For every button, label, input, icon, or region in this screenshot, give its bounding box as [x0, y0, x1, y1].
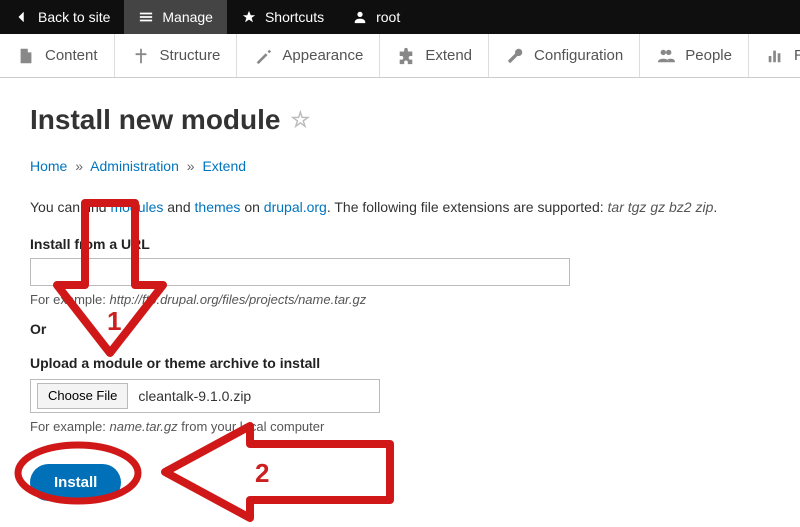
link-drupal-org[interactable]: drupal.org: [264, 199, 327, 215]
user-menu-button[interactable]: root: [338, 0, 414, 34]
structure-icon: [131, 46, 151, 66]
url-label: Install from a URL: [30, 236, 770, 252]
favorite-star-icon[interactable]: ☆: [290, 107, 310, 133]
url-input[interactable]: [30, 258, 570, 286]
manage-label: Manage: [162, 9, 213, 25]
bar-chart-icon: [765, 46, 785, 66]
tab-people-label: People: [685, 47, 732, 64]
tab-content-label: Content: [45, 47, 98, 64]
tab-appearance-label: Appearance: [282, 47, 363, 64]
admin-topbar: Back to site Manage Shortcuts root: [0, 0, 800, 34]
tab-structure[interactable]: Structure: [115, 34, 238, 77]
intro-text: You can find modules and themes on drupa…: [30, 198, 770, 218]
tab-reports-label: Repo: [794, 47, 800, 64]
shortcuts-label: Shortcuts: [265, 9, 324, 25]
user-icon: [352, 9, 368, 25]
admin-menu: Content Structure Appearance Extend Conf…: [0, 34, 800, 78]
install-button[interactable]: Install: [30, 464, 121, 501]
back-to-site-label: Back to site: [38, 9, 110, 25]
tab-reports[interactable]: Repo: [749, 34, 800, 77]
puzzle-icon: [396, 46, 416, 66]
hamburger-icon: [138, 9, 154, 25]
wrench-icon: [505, 46, 525, 66]
tab-configuration[interactable]: Configuration: [489, 34, 640, 77]
or-separator: Or: [30, 321, 770, 337]
tab-people[interactable]: People: [640, 34, 749, 77]
manage-button[interactable]: Manage: [124, 0, 227, 34]
link-themes[interactable]: themes: [195, 199, 241, 215]
choose-file-button[interactable]: Choose File: [37, 383, 128, 409]
tab-appearance[interactable]: Appearance: [237, 34, 380, 77]
shortcuts-button[interactable]: Shortcuts: [227, 0, 338, 34]
breadcrumb-sep: »: [183, 158, 199, 174]
document-icon: [16, 46, 36, 66]
chosen-file-name: cleantalk-9.1.0.zip: [134, 388, 251, 404]
breadcrumb-extend[interactable]: Extend: [202, 158, 246, 174]
tab-configuration-label: Configuration: [534, 47, 623, 64]
wand-icon: [253, 46, 273, 66]
breadcrumb: Home » Administration » Extend: [30, 158, 770, 174]
people-icon: [656, 46, 676, 66]
link-modules[interactable]: modules: [110, 199, 163, 215]
tab-extend-label: Extend: [425, 47, 472, 64]
arrow-left-icon: [14, 9, 30, 25]
tab-extend[interactable]: Extend: [380, 34, 489, 77]
upload-label: Upload a module or theme archive to inst…: [30, 355, 770, 371]
page-content: Install new module ☆ Home » Administrati…: [0, 78, 800, 501]
breadcrumb-home[interactable]: Home: [30, 158, 67, 174]
user-name: root: [376, 9, 400, 25]
url-hint: For example: http://ftp.drupal.org/files…: [30, 292, 770, 307]
supported-extensions: tar tgz gz bz2 zip: [608, 199, 714, 215]
star-icon: [241, 9, 257, 25]
tab-content[interactable]: Content: [0, 34, 115, 77]
page-title-row: Install new module ☆: [30, 104, 770, 136]
upload-hint: For example: name.tar.gz from your local…: [30, 419, 770, 434]
file-upload-box: Choose File cleantalk-9.1.0.zip: [30, 379, 380, 413]
breadcrumb-sep: »: [71, 158, 87, 174]
tab-structure-label: Structure: [160, 47, 221, 64]
page-title: Install new module: [30, 104, 280, 136]
back-to-site-button[interactable]: Back to site: [0, 0, 124, 34]
breadcrumb-admin[interactable]: Administration: [90, 158, 179, 174]
